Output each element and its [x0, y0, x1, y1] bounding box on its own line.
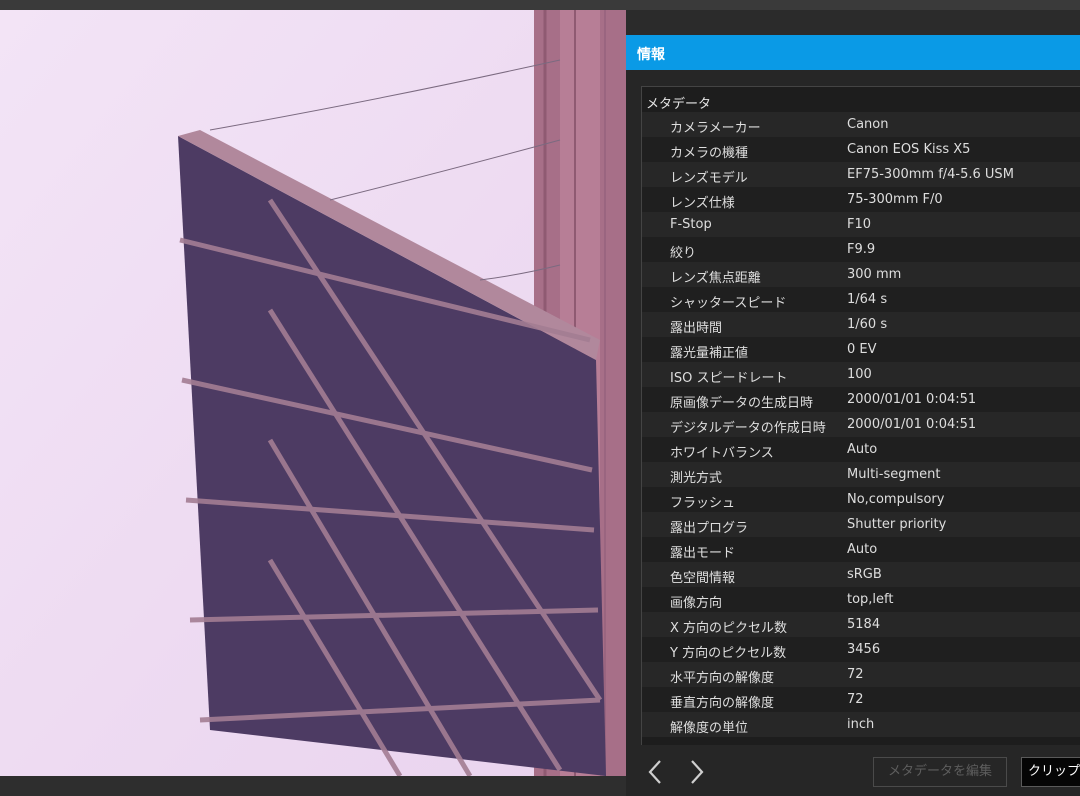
metadata-row: 水平方向の解像度 72 — [642, 662, 1080, 687]
metadata-value: 72 — [847, 692, 864, 707]
metadata-label: フラッシュ — [670, 496, 736, 511]
metadata-value: 1/60 s — [847, 317, 888, 332]
next-button[interactable] — [684, 758, 708, 786]
edit-metadata-button[interactable]: メタデータを編集 — [873, 757, 1007, 787]
metadata-row: 原画像データの生成日時 2000/01/01 0:04:51 — [642, 387, 1080, 412]
metadata-row: レンズ仕様 75-300mm F/0 — [642, 187, 1080, 212]
previous-button[interactable] — [644, 758, 668, 786]
metadata-row: X 方向のピクセル数 5184 — [642, 612, 1080, 637]
bottom-bar — [0, 776, 626, 796]
metadata-row: 画像方向 top,left — [642, 587, 1080, 612]
metadata-value: 1/64 s — [847, 292, 888, 307]
metadata-label: ホワイトバランス — [670, 446, 774, 461]
metadata-value: Auto — [847, 442, 878, 457]
metadata-label: デジタルデータの作成日時 — [670, 421, 826, 436]
top-bar — [0, 0, 1080, 10]
panel-title-bar: 情報 — [626, 35, 1080, 70]
metadata-value: Auto — [847, 542, 878, 557]
metadata-row: 露出モード Auto — [642, 537, 1080, 562]
metadata-table: メタデータ カメラメーカー Canon カメラの機種 Canon EOS Kiss X… — [641, 86, 1080, 745]
photo-preview — [0, 10, 626, 776]
metadata-value: 72 — [847, 667, 864, 682]
metadata-row: 露出時間 1/60 s — [642, 312, 1080, 337]
metadata-label: 露出時間 — [670, 321, 723, 336]
metadata-row: 垂直方向の解像度 72 — [642, 687, 1080, 712]
metadata-row: フラッシュ No,compulsory — [642, 487, 1080, 512]
metadata-row: 解像度の単位 inch — [642, 712, 1080, 737]
metadata-label: 原画像データの生成日時 — [670, 396, 814, 411]
metadata-row: F-Stop F10 — [642, 212, 1080, 237]
metadata-value: 300 mm — [847, 267, 902, 282]
metadata-label: Y 方向のピクセル数 — [670, 646, 787, 661]
metadata-value: 5184 — [847, 617, 881, 632]
metadata-label: 絞り — [670, 246, 697, 261]
metadata-label: 露出モード — [670, 546, 736, 561]
metadata-row: ISO スピードレート 100 — [642, 362, 1080, 387]
metadata-value: F9.9 — [847, 242, 876, 257]
metadata-label: 水平方向の解像度 — [670, 671, 775, 686]
metadata-label: X 方向のピクセル数 — [670, 621, 788, 636]
metadata-label: レンズ仕様 — [670, 196, 735, 211]
metadata-row: シャッタースピード 1/64 s — [642, 287, 1080, 312]
metadata-label: 解像度の単位 — [670, 721, 749, 736]
metadata-label: シャッタースピード — [670, 296, 787, 311]
metadata-value: Canon — [847, 117, 889, 132]
metadata-label: 露出プログラ — [670, 521, 749, 536]
metadata-label: レンズモデル — [670, 171, 748, 186]
metadata-row: 絞り F9.9 — [642, 237, 1080, 262]
metadata-value: F10 — [847, 217, 872, 232]
metadata-rows: カメラメーカー Canon カメラの機種 Canon EOS Kiss X5 レンズモデ… — [642, 112, 1080, 737]
metadata-value: inch — [847, 717, 875, 732]
metadata-label: カメラメーカー — [670, 121, 761, 136]
metadata-label: レンズ焦点距離 — [670, 271, 761, 286]
metadata-label: 露光量補正値 — [670, 346, 749, 361]
metadata-value: 3456 — [847, 642, 881, 657]
metadata-value: Shutter priority — [847, 517, 947, 532]
metadata-row: 露光量補正値 0 EV — [642, 337, 1080, 362]
metadata-row: デジタルデータの作成日時 2000/01/01 0:04:51 — [642, 412, 1080, 437]
chevron-left-icon — [648, 760, 661, 784]
metadata-row: ホワイトバランス Auto — [642, 437, 1080, 462]
metadata-row: 露出プログラ Shutter priority — [642, 512, 1080, 537]
metadata-row: 測光方式 Multi-segment — [642, 462, 1080, 487]
metadata-value: 2000/01/01 0:04:51 — [847, 392, 977, 407]
metadata-value: sRGB — [847, 567, 882, 582]
metadata-label: 測光方式 — [670, 471, 723, 486]
metadata-row: カメラの機種 Canon EOS Kiss X5 — [642, 137, 1080, 162]
metadata-section-title[interactable]: メタデータ — [646, 93, 711, 112]
metadata-label: 画像方向 — [670, 596, 723, 611]
metadata-value: No,compulsory — [847, 492, 945, 507]
panel-title: 情報 — [637, 47, 665, 63]
metadata-value: 2000/01/01 0:04:51 — [847, 417, 977, 432]
metadata-label: カメラの機種 — [670, 146, 749, 161]
metadata-label: ISO スピードレート — [670, 371, 788, 386]
metadata-value: 75-300mm F/0 — [847, 192, 943, 207]
metadata-label: 色空間情報 — [670, 571, 736, 586]
chevron-right-icon — [691, 760, 704, 784]
metadata-value: EF75-300mm f/4-5.6 USM — [847, 167, 1014, 182]
info-panel: 情報 メタデータ カメラメーカー Canon カメラの機種 Canon EOS Kis… — [626, 35, 1080, 796]
metadata-value: 100 — [847, 367, 872, 382]
metadata-value: Canon EOS Kiss X5 — [847, 142, 971, 157]
metadata-row: カメラメーカー Canon — [642, 112, 1080, 137]
metadata-value: top,left — [847, 592, 894, 607]
metadata-value: 0 EV — [847, 342, 877, 357]
clipboard-button[interactable]: クリップ — [1021, 757, 1080, 787]
metadata-row: 色空間情報 sRGB — [642, 562, 1080, 587]
metadata-row: Y 方向のピクセル数 3456 — [642, 637, 1080, 662]
metadata-row: レンズ焦点距離 300 mm — [642, 262, 1080, 287]
metadata-row: レンズモデル EF75-300mm f/4-5.6 USM — [642, 162, 1080, 187]
metadata-label: F-Stop — [670, 217, 712, 232]
metadata-value: Multi-segment — [847, 467, 941, 482]
metadata-label: 垂直方向の解像度 — [670, 696, 775, 711]
